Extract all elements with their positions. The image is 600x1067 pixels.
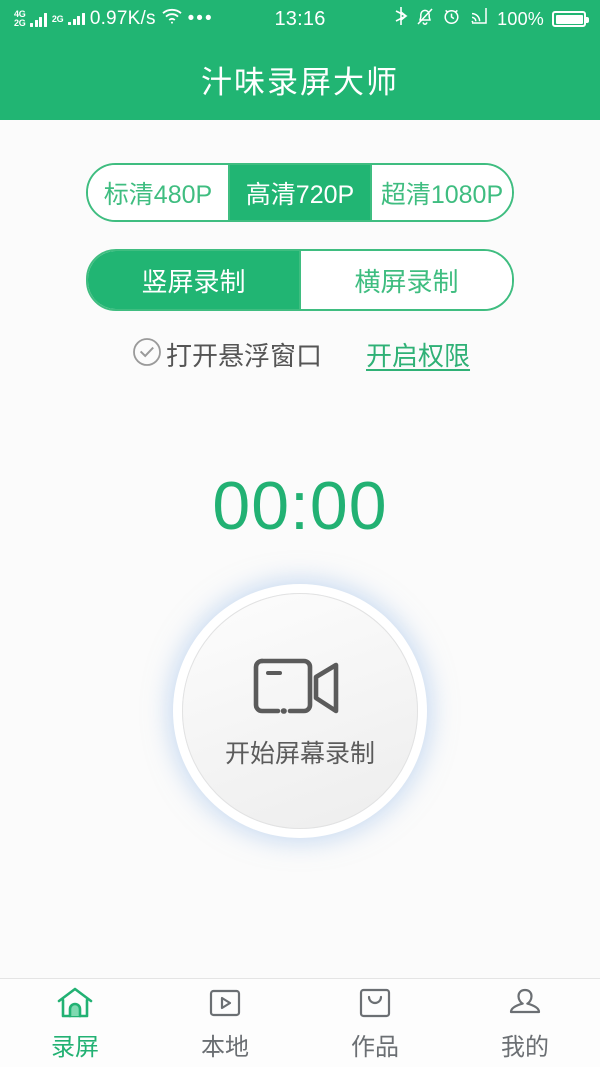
floating-window-checkbox[interactable]: 打开悬浮窗口 [130, 335, 322, 374]
battery-full-icon [552, 11, 589, 27]
cast-icon [469, 7, 489, 31]
start-recording-label: 开始屏幕录制 [224, 739, 375, 768]
nav-item-profile[interactable]: 我的 [450, 979, 600, 1067]
check-circle-icon [130, 335, 164, 374]
main-content: 标清480P 高清720P 超清1080P 竖屏录制 横屏录制 打开悬浮窗口 开… [0, 163, 600, 829]
quality-option-1080p[interactable]: 超清1080P [370, 165, 512, 220]
nav-item-works[interactable]: 作品 [300, 979, 450, 1067]
orientation-option-portrait[interactable]: 竖屏录制 [88, 251, 299, 309]
nav-label-profile: 我的 [501, 1033, 549, 1061]
signal-bars-sim2-icon [68, 13, 85, 25]
orientation-segmented-control[interactable]: 竖屏录制 横屏录制 [86, 249, 514, 311]
quality-option-720p[interactable]: 高清720P [228, 165, 370, 220]
nav-label-record: 录屏 [51, 1033, 99, 1061]
alarm-clock-icon [442, 6, 461, 32]
recording-timer: 00:00 [212, 468, 388, 544]
status-bar-left: 4G 2G 2G 0.97K/s ••• [14, 7, 274, 31]
bottom-navigation: 录屏 本地 作品 我的 [0, 978, 600, 1067]
status-bar: 4G 2G 2G 0.97K/s ••• 13:16 100% [0, 0, 600, 38]
network-speed: 0.97K/s [89, 8, 156, 29]
wifi-icon [161, 7, 183, 31]
orientation-option-landscape[interactable]: 横屏录制 [299, 251, 512, 309]
status-bar-clock: 13:16 [274, 7, 326, 30]
start-recording-button[interactable]: 开始屏幕录制 [182, 593, 418, 829]
camcorder-icon [252, 653, 348, 724]
dual-sim-label: 4G 2G [14, 10, 26, 28]
more-dots-icon: ••• [187, 8, 214, 29]
sim2-network-type: 2G [51, 13, 64, 24]
app-header: 汁味录屏大师 [0, 38, 600, 120]
works-bag-icon [358, 985, 392, 1021]
nav-label-works: 作品 [351, 1033, 399, 1061]
nav-item-local[interactable]: 本地 [150, 979, 300, 1067]
sim2-label: 2G [14, 18, 26, 28]
floating-window-row: 打开悬浮窗口 开启权限 [14, 335, 586, 374]
status-bar-right: 100% [326, 6, 589, 32]
bell-muted-icon [416, 6, 434, 32]
user-profile-icon [508, 985, 542, 1021]
page-title: 汁味录屏大师 [201, 64, 399, 100]
open-permission-link[interactable]: 开启权限 [366, 336, 470, 373]
quality-option-480p[interactable]: 标清480P [88, 165, 228, 220]
sim2-small-label: 2G [51, 13, 64, 24]
record-button-wrapper: 开始屏幕录制 [14, 593, 586, 829]
nav-label-local: 本地 [201, 1033, 249, 1061]
quality-segmented-control[interactable]: 标清480P 高清720P 超清1080P [86, 163, 514, 222]
nav-item-record[interactable]: 录屏 [0, 979, 150, 1067]
floating-window-label: 打开悬浮窗口 [165, 341, 322, 371]
video-play-icon [208, 985, 242, 1021]
signal-bars-sim1-icon [30, 12, 47, 27]
battery-percent: 100% [497, 8, 544, 29]
bluetooth-icon [394, 6, 408, 32]
home-icon [57, 985, 93, 1021]
